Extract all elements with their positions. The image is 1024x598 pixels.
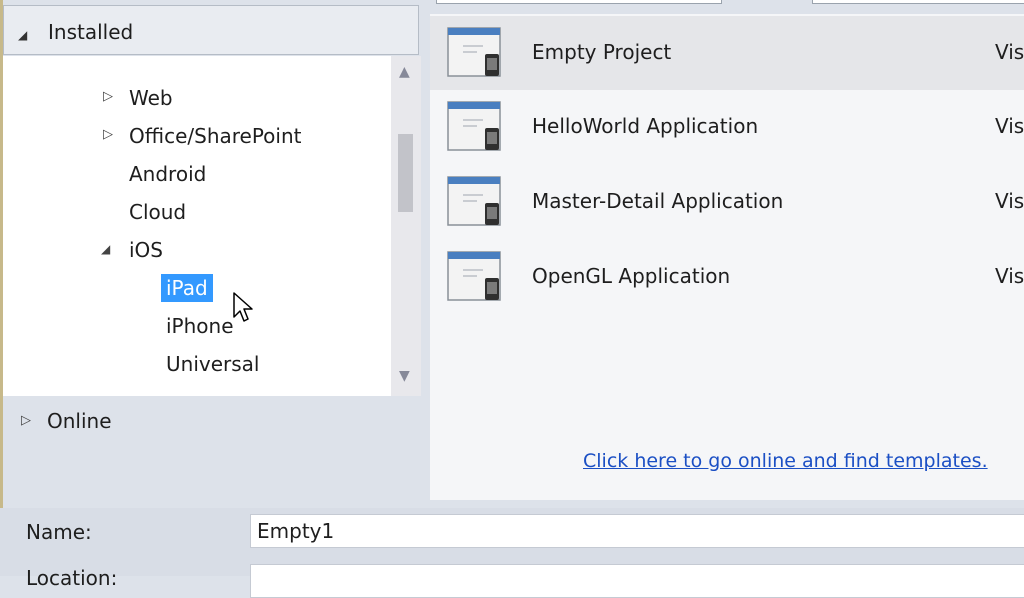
- template-row[interactable]: HelloWorld Application Vis: [430, 90, 1024, 164]
- expand-triangle-icon[interactable]: ▷: [103, 89, 113, 104]
- collapse-triangle-icon[interactable]: ◢: [101, 242, 110, 256]
- tree-item-universal[interactable]: Universal: [166, 352, 259, 376]
- installed-node[interactable]: ◢ Installed: [3, 5, 419, 55]
- tree-item-ipad[interactable]: iPad: [161, 274, 213, 302]
- sort-dropdown-edge[interactable]: [436, 0, 722, 4]
- tree-item-web[interactable]: Web: [129, 86, 173, 110]
- scroll-up-icon[interactable]: ▲: [399, 64, 410, 80]
- template-language: Vis: [995, 264, 1024, 288]
- online-label: Online: [47, 409, 112, 433]
- tree-item-cloud[interactable]: Cloud: [129, 200, 186, 224]
- project-form: Name: Location:: [0, 508, 1024, 598]
- tree-item-office-sharepoint[interactable]: Office/SharePoint: [129, 124, 302, 148]
- tree-item-ios[interactable]: iOS: [129, 238, 163, 262]
- find-templates-online-link[interactable]: Click here to go online and find templat…: [583, 450, 988, 472]
- location-input[interactable]: [250, 564, 1024, 598]
- tree-scrollbar[interactable]: ▲ ▼: [391, 56, 421, 396]
- collapse-triangle-icon[interactable]: ◢: [18, 28, 27, 42]
- template-row[interactable]: Master-Detail Application Vis: [430, 165, 1024, 239]
- template-name: Empty Project: [532, 40, 672, 64]
- scroll-thumb[interactable]: [398, 134, 413, 212]
- location-label: Location:: [26, 566, 118, 590]
- template-name: Master-Detail Application: [532, 189, 784, 213]
- ios-template-icon: [447, 27, 501, 77]
- project-name-input[interactable]: [250, 514, 1024, 548]
- tree-item-iphone[interactable]: iPhone: [166, 314, 234, 338]
- expand-triangle-icon[interactable]: ▷: [21, 413, 31, 428]
- template-name: OpenGL Application: [532, 264, 731, 288]
- expand-triangle-icon[interactable]: ▷: [103, 127, 113, 142]
- template-language: Vis: [995, 189, 1024, 213]
- mouse-pointer-icon: [233, 292, 253, 322]
- tree-item-android[interactable]: Android: [129, 162, 206, 186]
- name-label: Name:: [26, 520, 92, 544]
- template-row[interactable]: OpenGL Application Vis: [430, 240, 1024, 314]
- search-box-edge[interactable]: [812, 0, 1024, 4]
- tree-list: ▷ Web ▷ Office/SharePoint Android Cloud …: [3, 56, 391, 396]
- template-row[interactable]: Empty Project Vis: [430, 16, 1024, 90]
- installed-label: Installed: [48, 20, 134, 44]
- online-node[interactable]: ▷ Online: [3, 397, 421, 447]
- scroll-down-icon[interactable]: ▼: [399, 368, 410, 384]
- ios-template-icon: [447, 176, 501, 226]
- template-language: Vis: [995, 114, 1024, 138]
- ios-template-icon: [447, 101, 501, 151]
- ios-template-icon: [447, 251, 501, 301]
- template-language: Vis: [995, 40, 1024, 64]
- template-name: HelloWorld Application: [532, 114, 759, 138]
